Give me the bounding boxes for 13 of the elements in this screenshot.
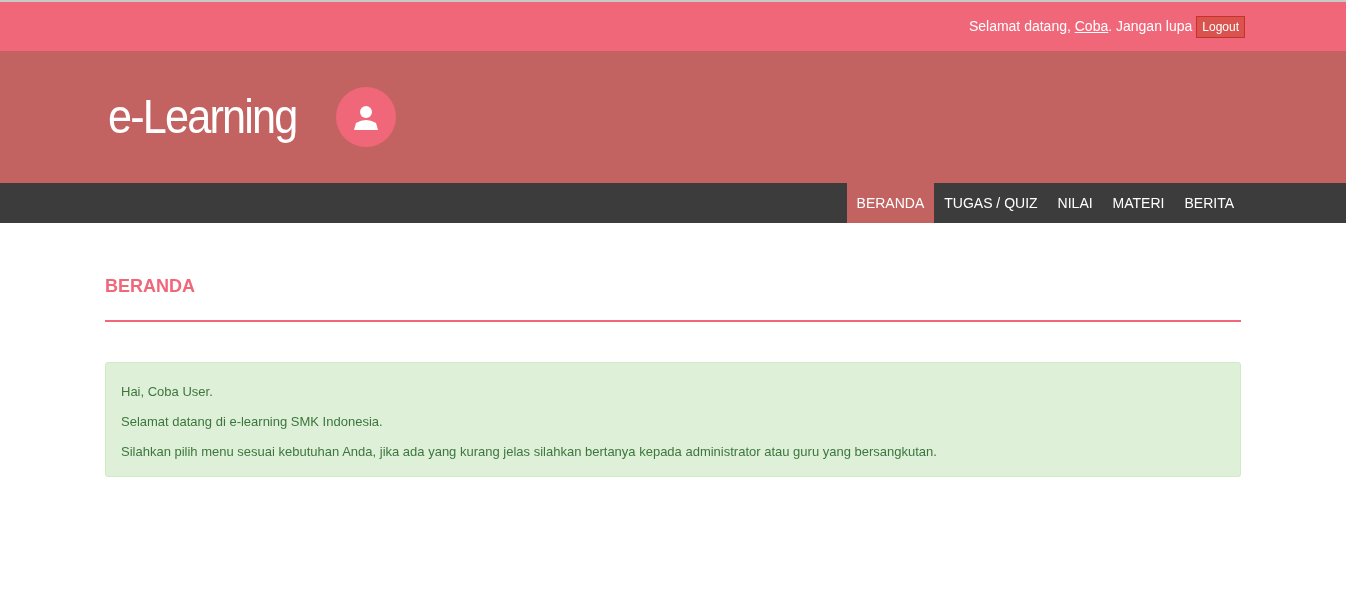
nav-tab[interactable]: NILAI: [1047, 183, 1103, 223]
logout-button[interactable]: Logout: [1196, 15, 1245, 38]
nav-tab[interactable]: TUGAS / QUIZ: [934, 183, 1048, 223]
welcome-text: Selamat datang, Coba. Jangan lupa: [968, 17, 1193, 36]
alert-text: Selamat datang di e-learning SMK Indonesia.: [121, 413, 384, 431]
nav-tab[interactable]: BERANDA: [846, 183, 935, 223]
alert-text: Silahkan pilih menu sesuai kebutuhan Anda, jika ada yang kurang jelas silahkan bertanya kepada administrator atau guru yang bersangkutan.: [121, 443, 938, 461]
user-icon: [352, 104, 379, 130]
alert-text: Hai, Coba User.: [121, 383, 214, 401]
nav-tab[interactable]: BERITA: [1174, 183, 1244, 223]
nav-tab[interactable]: MATERI: [1102, 183, 1175, 223]
page-title: BERANDA: [105, 273, 1241, 322]
site-title: e-Learning: [108, 93, 297, 141]
